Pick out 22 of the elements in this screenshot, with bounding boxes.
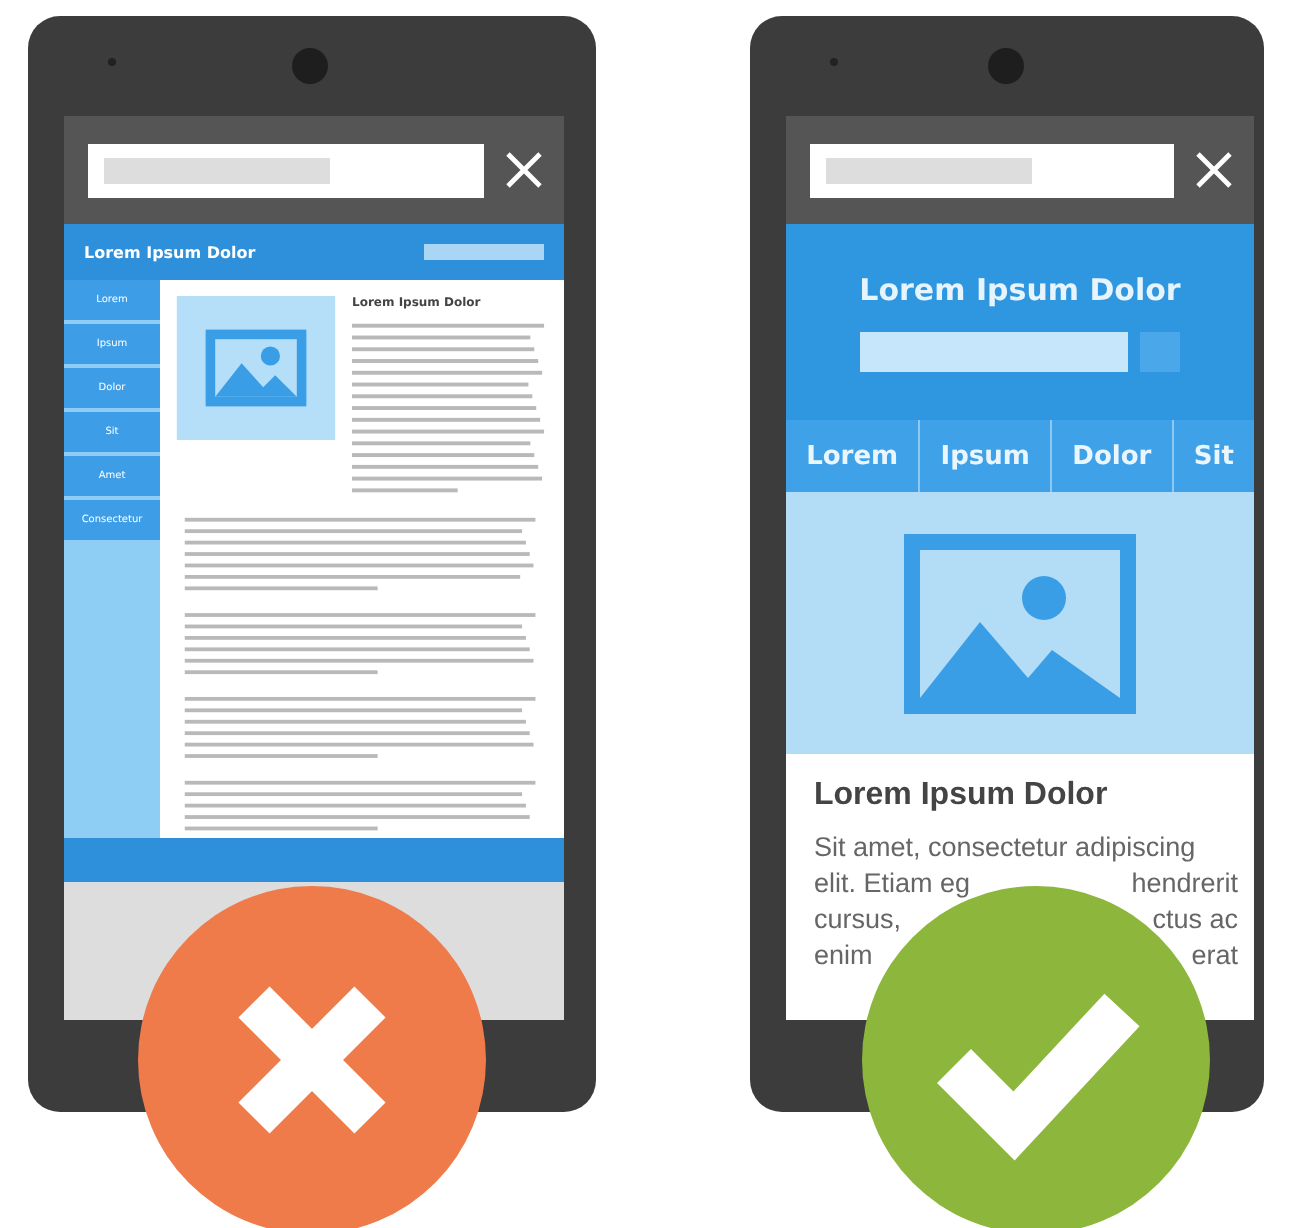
- camera-icon: [292, 48, 328, 84]
- camera-icon: [987, 48, 1023, 84]
- close-icon[interactable]: [1194, 150, 1234, 190]
- paragraph-text: cursus,: [814, 902, 902, 938]
- paragraph-text: elit. Etiam eg: [814, 866, 971, 902]
- site-title: Lorem Ipsum Dolor: [84, 243, 256, 261]
- nav-tab[interactable]: Sit: [1173, 420, 1254, 492]
- paragraph-text: Sit amet, consectetur adipiscing: [814, 830, 1196, 866]
- paragraph-text: hendrerit: [1131, 866, 1238, 902]
- paragraph-text: erat: [1191, 938, 1238, 974]
- close-icon[interactable]: [504, 150, 544, 190]
- url-field[interactable]: [88, 143, 484, 197]
- image-placeholder-icon: [176, 296, 336, 440]
- paragraph-text: ctus ac: [1152, 902, 1238, 938]
- search-field[interactable]: [424, 244, 544, 260]
- site-title: Lorem Ipsum Dolor: [859, 272, 1181, 308]
- article-heading: Lorem Ipsum Dolor: [814, 778, 1110, 814]
- search-field[interactable]: [860, 332, 1128, 372]
- paragraph-text: enim: [814, 938, 873, 974]
- url-field[interactable]: [810, 143, 1174, 197]
- search-button[interactable]: [1140, 332, 1180, 372]
- image-placeholder-icon: [904, 533, 1136, 713]
